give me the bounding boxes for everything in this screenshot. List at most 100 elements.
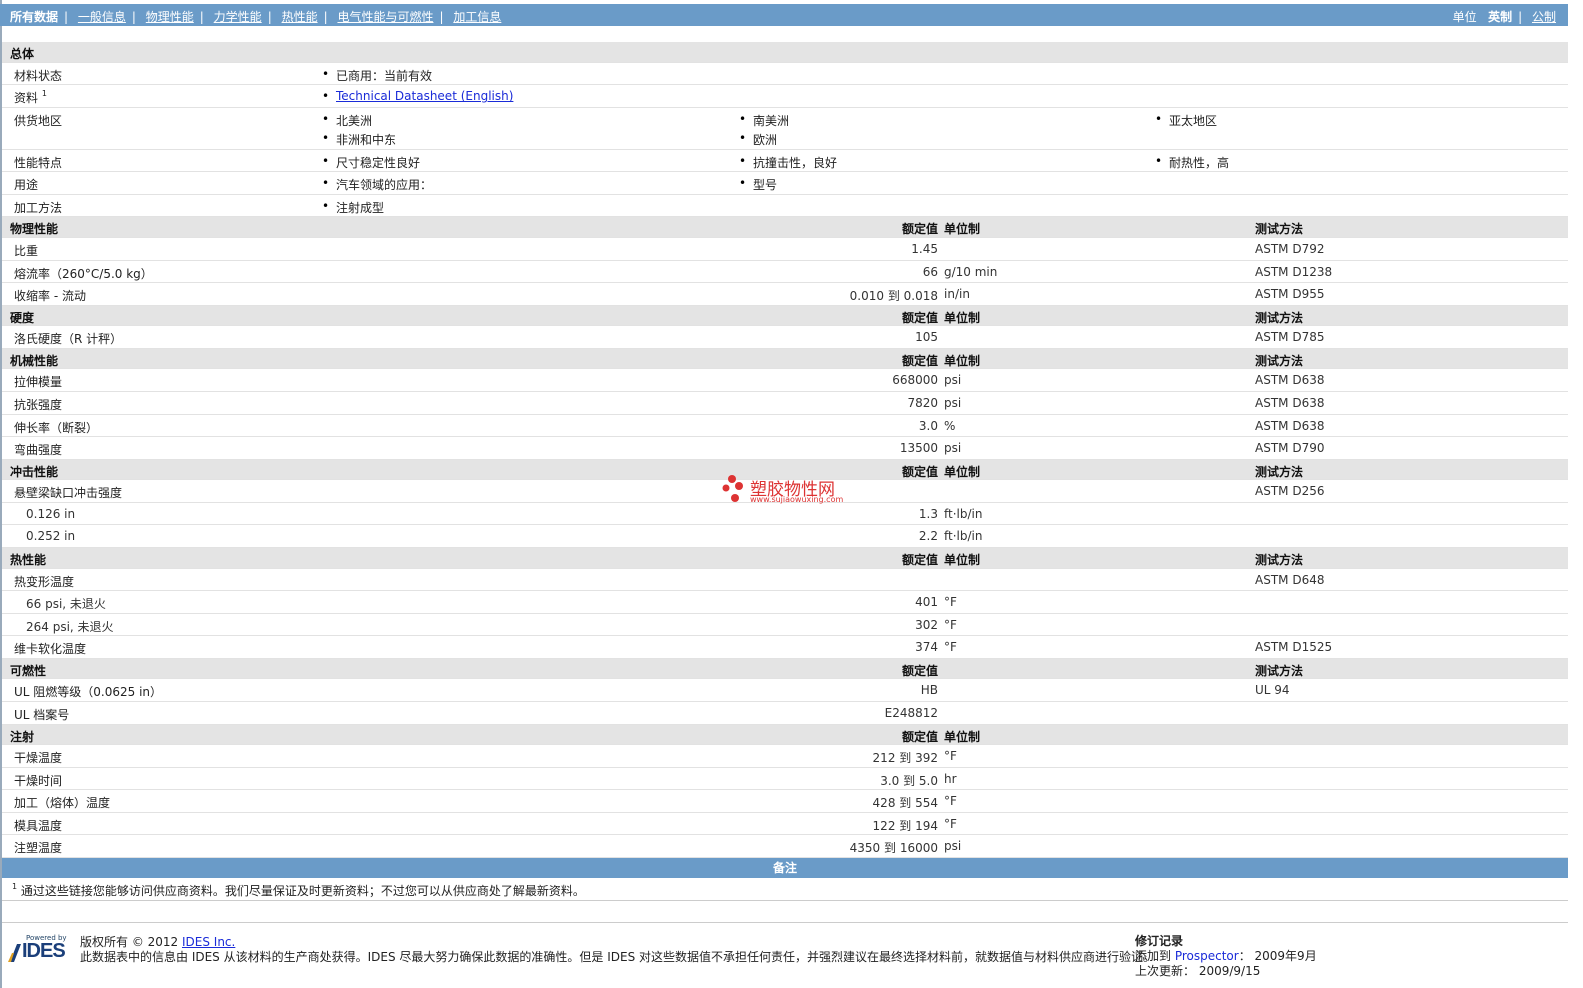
table-row: 干燥时间 3.0 到 5.0 hr xyxy=(2,768,1568,791)
col-header-unit: 单位制 xyxy=(944,729,981,744)
col-header-unit: 单位制 xyxy=(944,553,981,567)
nav-tab-mechanical[interactable]: 力学性能 xyxy=(214,10,262,24)
property-value: 122 到 194 xyxy=(872,818,938,833)
test-method: ASTM D955 xyxy=(1255,287,1325,302)
divider xyxy=(2,900,1568,901)
property-value: 7820 xyxy=(907,395,938,410)
test-method: ASTM D638 xyxy=(1255,395,1325,410)
property-value: 1.45 xyxy=(911,241,938,256)
property-name: UL 档案号 xyxy=(14,707,70,722)
table-row: 热变形温度 ASTM D648 xyxy=(2,569,1568,592)
table-row: 弯曲强度 13500 psi ASTM D790 xyxy=(2,437,1568,460)
list-item: 抗撞击性，良好 xyxy=(739,154,837,171)
watermark-logo-icon xyxy=(722,475,743,502)
property-name: UL 阻燃等级（0.0625 in） xyxy=(14,685,163,700)
revision-updated: 上次更新： 2009/9/15 xyxy=(1135,964,1261,978)
col-header-nominal: 额定值 xyxy=(901,310,938,325)
property-name: 热变形温度 xyxy=(14,574,75,589)
property-name: 熔流率（260°C/5.0 kg） xyxy=(14,266,153,281)
row-label: 用途 xyxy=(14,178,39,193)
units-label: 单位 xyxy=(1452,10,1477,24)
ides-logo-text: IDES xyxy=(22,940,66,962)
ides-logo[interactable]: Powered by IDES xyxy=(8,934,72,964)
property-value: 428 到 554 xyxy=(872,796,938,811)
col-header-test: 测试方法 xyxy=(1255,353,1304,368)
prospector-text: Prospector xyxy=(1174,949,1239,963)
table-row: 比重 1.45 ASTM D792 xyxy=(2,238,1568,261)
table-row: 加工（熔体）温度 428 到 554 °F xyxy=(2,790,1568,813)
property-value: 401 xyxy=(915,595,938,610)
section-title: 总体 xyxy=(10,47,35,61)
test-method: ASTM D638 xyxy=(1255,418,1325,433)
table-row: 材料状态 已商用：当前有效 xyxy=(2,63,1568,86)
list-item: 耐热性，高 xyxy=(1155,154,1229,171)
row-label: 性能特点 xyxy=(14,155,63,170)
table-row: 供货地区 北美洲 南美洲 亚太地区 非洲和中东 欧洲 xyxy=(2,108,1568,150)
section-nav: 所有数据 | 一般信息 | 物理性能 | 力学性能 | 热性能 | 电气性能与可燃性 | 加… xyxy=(10,10,502,24)
revision-added: 添加到 Prospector： 2009年9月 xyxy=(1135,949,1317,963)
unit-english[interactable]: 英制 xyxy=(1488,10,1512,24)
disclaimer-text: 此数据表中的信息由 IDES 从该材料的生产商处获得。IDES 尽最大努力确保此… xyxy=(80,950,1156,964)
property-name: 干燥温度 xyxy=(14,751,63,766)
nav-tab-all[interactable]: 所有数据 xyxy=(10,10,58,24)
list-item: 欧洲 xyxy=(739,131,777,148)
property-value: 374 xyxy=(915,640,938,655)
property-unit: psi xyxy=(944,373,962,388)
property-unit: ft·lb/in xyxy=(944,529,983,544)
section-hardness: 硬度 额定值 单位制 测试方法 xyxy=(2,305,1568,327)
property-value: 302 xyxy=(915,617,938,632)
col-header-unit: 单位制 xyxy=(944,310,981,325)
property-unit: g/10 min xyxy=(944,264,998,279)
property-value: 66 xyxy=(922,264,938,279)
property-value: 13500 xyxy=(899,441,938,456)
nav-tab-processing[interactable]: 加工信息 xyxy=(453,10,501,24)
property-unit: hr xyxy=(944,771,957,786)
company-link[interactable]: IDES Inc. xyxy=(182,935,235,949)
row-label: 材料状态 xyxy=(14,68,63,83)
unit-switcher: 单位 英制 | 公制 xyxy=(1452,10,1556,24)
nav-tab-thermal[interactable]: 热性能 xyxy=(282,10,318,24)
test-method: ASTM D638 xyxy=(1255,373,1325,388)
datasheet-link[interactable]: Technical Datasheet (English) xyxy=(322,89,513,103)
list-item: 注射成型 xyxy=(322,199,384,216)
list-item: 尺寸稳定性良好 xyxy=(322,154,420,171)
property-unit: psi xyxy=(944,839,962,854)
row-label: 供货地区 xyxy=(14,113,63,128)
footnote: 1 通过这些链接您能够访问供应商资料。我们尽量保证及时更新资料；不过您可以从供应… xyxy=(12,882,585,899)
table-row: 264 psi, 未退火 302 °F xyxy=(2,614,1568,637)
unit-metric[interactable]: 公制 xyxy=(1532,10,1556,24)
col-header-test: 测试方法 xyxy=(1255,553,1304,567)
table-row: 66 psi, 未退火 401 °F xyxy=(2,591,1568,614)
notes-header: 备注 xyxy=(2,858,1568,878)
col-header-unit: 单位制 xyxy=(944,464,981,479)
nav-tab-general[interactable]: 一般信息 xyxy=(78,10,126,24)
property-unit: °F xyxy=(944,794,957,809)
col-header-test: 测试方法 xyxy=(1255,663,1304,678)
section-title: 可燃性 xyxy=(10,663,47,678)
test-method: ASTM D256 xyxy=(1255,484,1325,499)
property-value: 3.0 xyxy=(918,418,938,433)
property-subname: 0.252 in xyxy=(26,529,76,544)
col-header-nominal: 额定值 xyxy=(901,729,938,744)
table-row: 洛氏硬度（R 计秤） 105 ASTM D785 xyxy=(2,326,1568,349)
property-subname: 264 psi, 未退火 xyxy=(26,619,114,634)
table-row: 拉伸模量 668000 psi ASTM D638 xyxy=(2,369,1568,392)
top-nav-bar: 所有数据 | 一般信息 | 物理性能 | 力学性能 | 热性能 | 电气性能与可燃性 | 加… xyxy=(0,4,1568,26)
status-value: 已商用：当前有效 xyxy=(322,67,432,84)
nav-tab-physical[interactable]: 物理性能 xyxy=(146,10,194,24)
nav-tab-electrical[interactable]: 电气性能与可燃性 xyxy=(337,10,433,24)
property-unit: psi xyxy=(944,441,962,456)
col-header-test: 测试方法 xyxy=(1255,310,1304,325)
table-row: 收缩率 - 流动 0.010 到 0.018 in/in ASTM D955 xyxy=(2,283,1568,306)
footnote-ref: 1 xyxy=(41,89,47,99)
section-mechanical: 机械性能 额定值 单位制 测试方法 xyxy=(2,348,1568,370)
test-method: ASTM D792 xyxy=(1255,241,1325,256)
test-method: ASTM D1525 xyxy=(1255,640,1333,655)
list-item: 非洲和中东 xyxy=(322,131,396,148)
test-method: ASTM D785 xyxy=(1255,330,1325,345)
property-name: 悬壁梁缺口冲击强度 xyxy=(14,486,123,501)
table-row: 维卡软化温度 374 °F ASTM D1525 xyxy=(2,636,1568,659)
list-item: 北美洲 xyxy=(322,112,372,129)
section-title: 注射 xyxy=(10,729,35,744)
table-row: 模具温度 122 到 194 °F xyxy=(2,813,1568,836)
